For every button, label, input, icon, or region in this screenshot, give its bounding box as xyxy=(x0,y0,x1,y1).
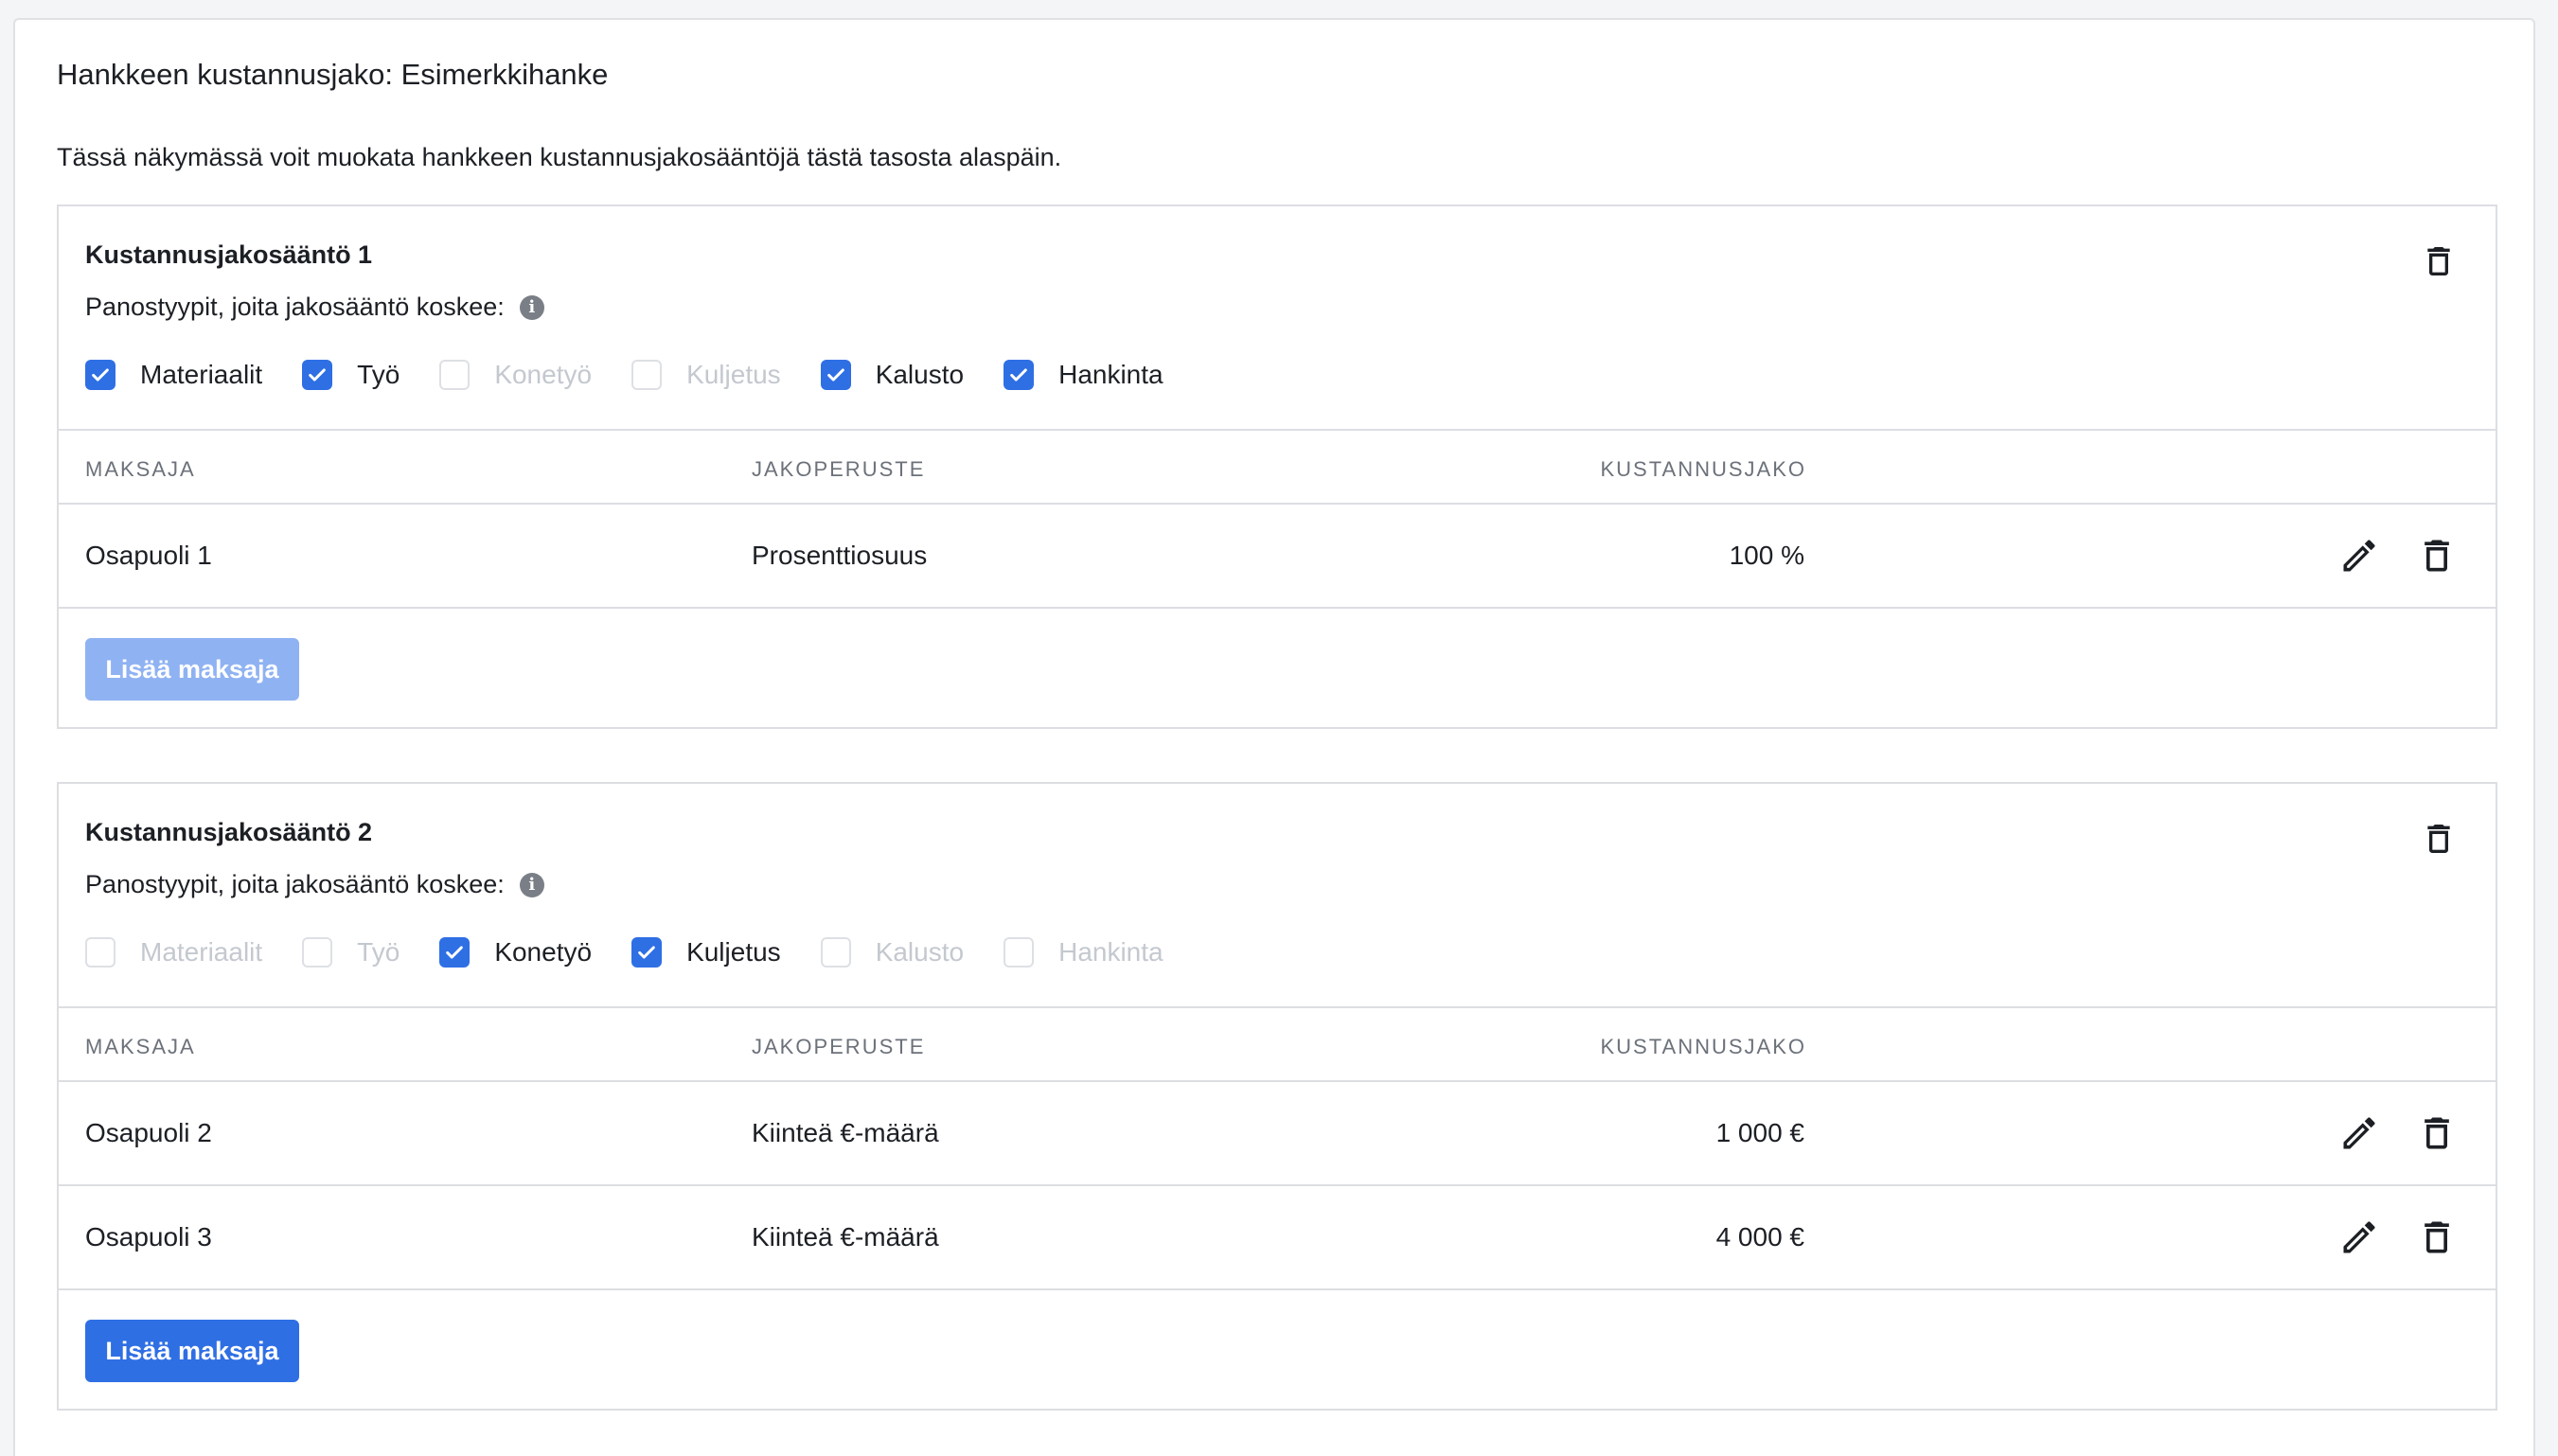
header-share: KUSTANNUSJAKO xyxy=(1600,1035,1806,1058)
checkbox-label: Materiaalit xyxy=(140,937,263,967)
table-row: Osapuoli 1 Prosenttiosuus 100 % xyxy=(59,505,2496,609)
cost-rule-2: Kustannusjakosääntö 2 Panostyypit, joita… xyxy=(57,782,2497,1411)
header-payer: MAKSAJA xyxy=(85,457,196,481)
checkbox-box[interactable] xyxy=(631,937,663,968)
checkbox-tyo[interactable]: Työ xyxy=(302,360,400,390)
checkbox-label: Hankinta xyxy=(1058,360,1164,389)
check-icon xyxy=(826,368,844,382)
info-icon[interactable]: i xyxy=(519,294,544,320)
share-cell: 1 000 € xyxy=(1715,1118,1804,1147)
share-cell: 4 000 € xyxy=(1715,1222,1804,1252)
checkbox-label: Työ xyxy=(357,937,400,967)
info-icon[interactable]: i xyxy=(519,872,544,897)
payer-cell: Osapuoli 2 xyxy=(85,1118,212,1147)
check-icon xyxy=(1010,368,1027,382)
checkbox-konetyo[interactable]: Konetyö xyxy=(439,360,592,390)
check-icon xyxy=(638,946,655,959)
checkbox-box[interactable] xyxy=(302,360,333,390)
checkbox-box[interactable] xyxy=(85,360,115,390)
basis-cell: Kiinteä €-määrä xyxy=(752,1222,939,1252)
rule-subtitle: Panostyypit, joita jakosääntö koskee: i xyxy=(85,870,544,899)
header-share: KUSTANNUSJAKO xyxy=(1600,457,1806,481)
pencil-icon[interactable] xyxy=(2338,535,2380,577)
table-row: Osapuoli 2 Kiinteä €-määrä 1 000 € xyxy=(59,1082,2496,1186)
rule-subtitle-text: Panostyypit, joita jakosääntö koskee: xyxy=(85,870,505,898)
trash-icon[interactable] xyxy=(2416,535,2458,577)
check-icon xyxy=(309,368,326,382)
checkbox-hankinta[interactable]: Hankinta xyxy=(1004,937,1164,968)
pencil-icon[interactable] xyxy=(2338,1216,2380,1258)
add-payer-button[interactable]: Lisää maksaja xyxy=(85,1320,299,1382)
checkbox-label: Kalusto xyxy=(875,360,965,389)
table-row: Osapuoli 3 Kiinteä €-määrä 4 000 € xyxy=(59,1186,2496,1290)
checkbox-box[interactable] xyxy=(439,937,471,968)
trash-icon[interactable] xyxy=(2420,240,2458,282)
check-icon xyxy=(92,368,109,382)
checkbox-hankinta[interactable]: Hankinta xyxy=(1004,360,1164,390)
page-title: Hankkeen kustannusjako: Esimerkkihanke xyxy=(57,58,609,91)
rule-title: Kustannusjakosääntö 2 xyxy=(85,818,373,846)
trash-icon[interactable] xyxy=(2416,1216,2458,1258)
page-description: Tässä näkymässä voit muokata hankkeen ku… xyxy=(57,143,1062,171)
pencil-icon[interactable] xyxy=(2338,1112,2380,1154)
check-icon xyxy=(446,946,464,959)
checkbox-label: Kuljetus xyxy=(686,360,781,389)
checkbox-box[interactable] xyxy=(85,937,115,968)
checkbox-label: Konetyö xyxy=(494,937,593,967)
checkbox-label: Kuljetus xyxy=(686,937,781,967)
rule-subtitle-text: Panostyypit, joita jakosääntö koskee: xyxy=(85,293,505,321)
rule-title: Kustannusjakosääntö 1 xyxy=(85,240,373,269)
checkbox-tyo[interactable]: Työ xyxy=(302,937,400,968)
input-type-checkboxes: Materiaalit Työ Konetyö Kuljetus Kalusto… xyxy=(85,356,1203,394)
table-header: MAKSAJA JAKOPERUSTE KUSTANNUSJAKO xyxy=(59,429,2496,505)
checkbox-kuljetus[interactable]: Kuljetus xyxy=(631,937,781,968)
share-cell: 100 % xyxy=(1729,541,1804,570)
trash-icon[interactable] xyxy=(2416,1112,2458,1154)
basis-cell: Prosenttiosuus xyxy=(752,541,928,570)
checkbox-materiaalit[interactable]: Materiaalit xyxy=(85,360,262,390)
input-type-checkboxes: Materiaalit Työ Konetyö Kuljetus Kalusto… xyxy=(85,933,1203,971)
header-payer: MAKSAJA xyxy=(85,1035,196,1058)
checkbox-box[interactable] xyxy=(820,360,851,390)
rule-subtitle: Panostyypit, joita jakosääntö koskee: i xyxy=(85,293,544,322)
payer-cell: Osapuoli 1 xyxy=(85,541,212,570)
checkbox-box[interactable] xyxy=(302,937,333,968)
checkbox-materiaalit[interactable]: Materiaalit xyxy=(85,937,262,968)
cost-allocation-card: Hankkeen kustannusjako: Esimerkkihanke T… xyxy=(13,18,2535,1456)
checkbox-box[interactable] xyxy=(1004,937,1035,968)
header-basis: JAKOPERUSTE xyxy=(752,1035,926,1058)
checkbox-box[interactable] xyxy=(820,937,851,968)
checkbox-label: Konetyö xyxy=(494,360,593,389)
checkbox-label: Työ xyxy=(357,360,400,389)
checkbox-label: Kalusto xyxy=(875,937,965,967)
payer-cell: Osapuoli 3 xyxy=(85,1222,212,1252)
table-header: MAKSAJA JAKOPERUSTE KUSTANNUSJAKO xyxy=(59,1006,2496,1082)
checkbox-box[interactable] xyxy=(439,360,471,390)
trash-icon[interactable] xyxy=(2420,818,2458,860)
checkbox-box[interactable] xyxy=(631,360,663,390)
checkbox-label: Hankinta xyxy=(1058,937,1164,967)
basis-cell: Kiinteä €-määrä xyxy=(752,1118,939,1147)
header-basis: JAKOPERUSTE xyxy=(752,457,926,481)
checkbox-konetyo[interactable]: Konetyö xyxy=(439,937,592,968)
checkbox-box[interactable] xyxy=(1004,360,1035,390)
cost-rule-1: Kustannusjakosääntö 1 Panostyypit, joita… xyxy=(57,204,2497,729)
checkbox-kalusto[interactable]: Kalusto xyxy=(820,937,965,968)
add-payer-button[interactable]: Lisää maksaja xyxy=(85,638,299,701)
checkbox-kalusto[interactable]: Kalusto xyxy=(820,360,965,390)
checkbox-label: Materiaalit xyxy=(140,360,263,389)
checkbox-kuljetus[interactable]: Kuljetus xyxy=(631,360,781,390)
